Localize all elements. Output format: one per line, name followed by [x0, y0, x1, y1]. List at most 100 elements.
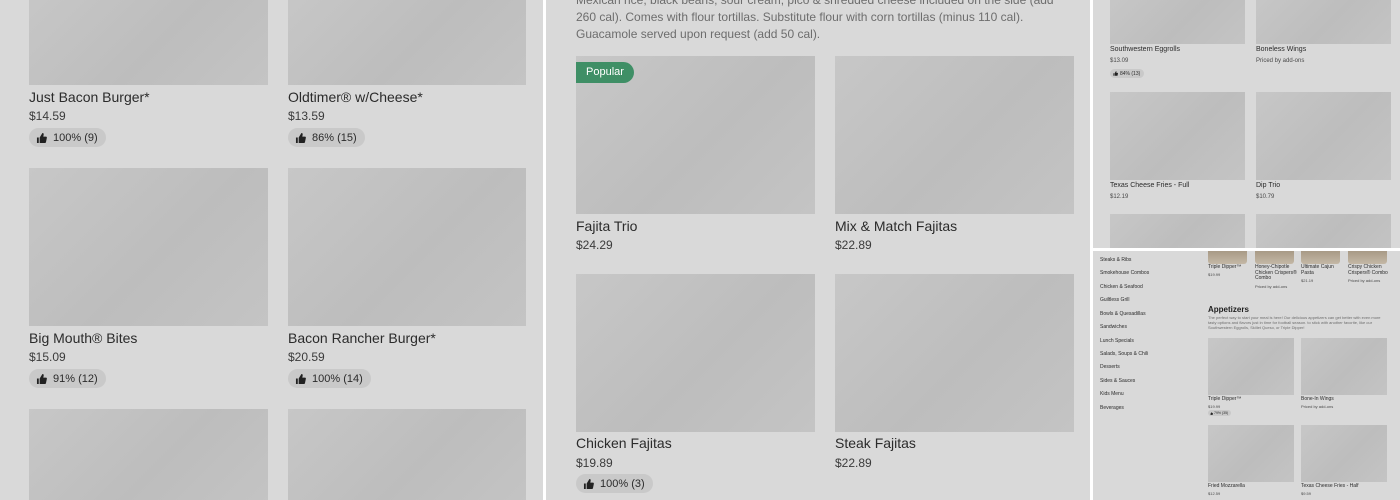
featured-price: $19.99 — [1208, 272, 1221, 277]
item-image[interactable] — [288, 168, 526, 326]
rating-badge: 91% (12) — [29, 369, 106, 388]
thumbs-up-icon — [1113, 71, 1118, 76]
item-name[interactable]: Texas Cheese Fries - Full — [1110, 182, 1189, 189]
featured-name[interactable]: Honey-Chipotle Chicken Crispers® Combo — [1255, 264, 1299, 282]
item-price: $15.09 — [29, 350, 66, 364]
section-description: Mexican rice, black beans, sour cream, p… — [576, 0, 1054, 41]
category-link[interactable]: Smokehouse Combos — [1100, 270, 1149, 276]
item-name[interactable]: Chicken Fajitas — [576, 435, 672, 451]
rating-badge: 86% (15) — [288, 128, 365, 147]
item-price: Priced by add-ons — [1301, 404, 1334, 409]
item-price: $14.59 — [29, 109, 66, 123]
rating-badge: 79% (35) — [1208, 410, 1232, 416]
popular-badge: Popular — [576, 62, 634, 83]
item-price: Priced by add-ons — [1256, 58, 1305, 64]
item-image[interactable] — [1208, 425, 1294, 482]
rating-text: 79% (35) — [1214, 411, 1229, 415]
featured-price: $21.19 — [1301, 278, 1314, 283]
item-image[interactable] — [1256, 214, 1391, 248]
item-image[interactable] — [288, 0, 526, 85]
section-title: Appetizers — [1208, 305, 1249, 314]
item-price: $22.89 — [835, 456, 872, 470]
featured-image[interactable] — [1255, 251, 1294, 264]
category-link[interactable]: Beverages — [1100, 405, 1124, 411]
item-image[interactable] — [1301, 338, 1387, 395]
item-price: $13.09 — [1110, 58, 1129, 64]
category-link[interactable]: Steaks & Ribs — [1100, 257, 1131, 263]
menu-panel-appetizers: Southwestern Eggrolls $13.09 84% (13) Bo… — [1093, 0, 1400, 248]
item-name[interactable]: Southwestern Eggrolls — [1110, 46, 1180, 53]
item-price: $12.59 — [1208, 491, 1221, 496]
item-image[interactable] — [1110, 214, 1245, 248]
item-name[interactable]: Triple Dipper™ — [1208, 396, 1241, 403]
item-image[interactable] — [1256, 92, 1391, 180]
item-name[interactable]: Steak Fajitas — [835, 435, 916, 451]
rating-badge: 100% (9) — [29, 128, 106, 147]
rating-badge: 84% (13) — [1110, 69, 1145, 78]
featured-image[interactable] — [1208, 251, 1247, 264]
thumbs-up-icon — [36, 132, 47, 143]
item-image[interactable] — [29, 0, 268, 85]
category-link[interactable]: Bowls & Quesadillas — [1100, 311, 1146, 317]
category-link[interactable]: Salads, Soups & Chili — [1100, 351, 1148, 357]
item-name[interactable]: Big Mouth® Bites — [29, 330, 137, 346]
category-link[interactable]: Sandwiches — [1100, 324, 1127, 330]
category-link[interactable]: Kids Menu — [1100, 391, 1124, 397]
item-name[interactable]: Mix & Match Fajitas — [835, 218, 957, 234]
item-price: $13.59 — [288, 109, 325, 123]
featured-price: Priced by add-ons — [1348, 278, 1381, 283]
thumbs-up-icon — [1210, 411, 1213, 415]
rating-text: 100% (3) — [600, 477, 645, 490]
item-price: $22.89 — [835, 238, 872, 252]
category-link[interactable]: Chicken & Seafood — [1100, 284, 1143, 290]
featured-name[interactable]: Crispy Chicken Crispers® Combo — [1348, 264, 1392, 276]
item-image[interactable] — [835, 274, 1074, 432]
item-name[interactable]: Texas Cheese Fries - Half — [1301, 483, 1359, 490]
item-image[interactable] — [288, 409, 526, 500]
thumbs-up-icon — [295, 132, 306, 143]
item-image[interactable] — [1110, 0, 1245, 44]
thumbs-up-icon — [583, 478, 594, 489]
item-name[interactable]: Bacon Rancher Burger* — [288, 330, 436, 346]
featured-name[interactable]: Ultimate Cajun Pasta — [1301, 264, 1345, 276]
menu-panel-fajitas: Mexican rice, black beans, sour cream, p… — [546, 0, 1090, 500]
category-link[interactable]: Guiltless Grill — [1100, 297, 1129, 303]
featured-image[interactable] — [1301, 251, 1340, 264]
rating-text: 86% (15) — [312, 131, 357, 144]
category-link[interactable]: Sides & Sauces — [1100, 378, 1135, 384]
item-image[interactable] — [1301, 425, 1387, 482]
item-image[interactable] — [29, 409, 268, 500]
category-link[interactable]: Desserts — [1100, 364, 1120, 370]
item-image[interactable] — [1256, 0, 1391, 44]
item-image[interactable] — [576, 274, 815, 432]
item-image[interactable] — [1208, 338, 1294, 395]
item-price: $10.79 — [1256, 194, 1275, 200]
item-image[interactable] — [1110, 92, 1245, 180]
rating-text: 100% (14) — [312, 372, 363, 385]
item-price: $9.59 — [1301, 491, 1312, 496]
item-name[interactable]: Fajita Trio — [576, 218, 637, 234]
item-price: $19.89 — [576, 456, 613, 470]
item-price: $20.59 — [288, 350, 325, 364]
item-name[interactable]: Oldtimer® w/Cheese* — [288, 89, 423, 105]
item-price: $24.29 — [576, 238, 613, 252]
thumbs-up-icon — [36, 373, 47, 384]
featured-name[interactable]: Triple Dipper™ — [1208, 264, 1252, 271]
rating-badge: 100% (3) — [576, 474, 653, 493]
menu-panel-overview: Steaks & Ribs Smokehouse Combos Chicken … — [1093, 251, 1400, 500]
category-link[interactable]: Lunch Specials — [1100, 338, 1134, 344]
featured-image[interactable] — [1348, 251, 1387, 264]
rating-text: 84% (13) — [1120, 70, 1141, 77]
item-name[interactable]: Just Bacon Burger* — [29, 89, 150, 105]
thumbs-up-icon — [295, 373, 306, 384]
item-name[interactable]: Fried Mozzarella — [1208, 483, 1245, 490]
rating-badge: 100% (14) — [288, 369, 371, 388]
item-name[interactable]: Dip Trio — [1256, 182, 1280, 189]
section-description: The perfect way to start your meal is he… — [1208, 315, 1381, 330]
rating-text: 100% (9) — [53, 131, 98, 144]
item-name[interactable]: Boneless Wings — [1256, 46, 1306, 53]
item-name[interactable]: Bone-In Wings — [1301, 396, 1334, 403]
item-image[interactable] — [29, 168, 268, 326]
item-image[interactable] — [835, 56, 1074, 214]
featured-price: Priced by add-ons — [1255, 284, 1288, 289]
